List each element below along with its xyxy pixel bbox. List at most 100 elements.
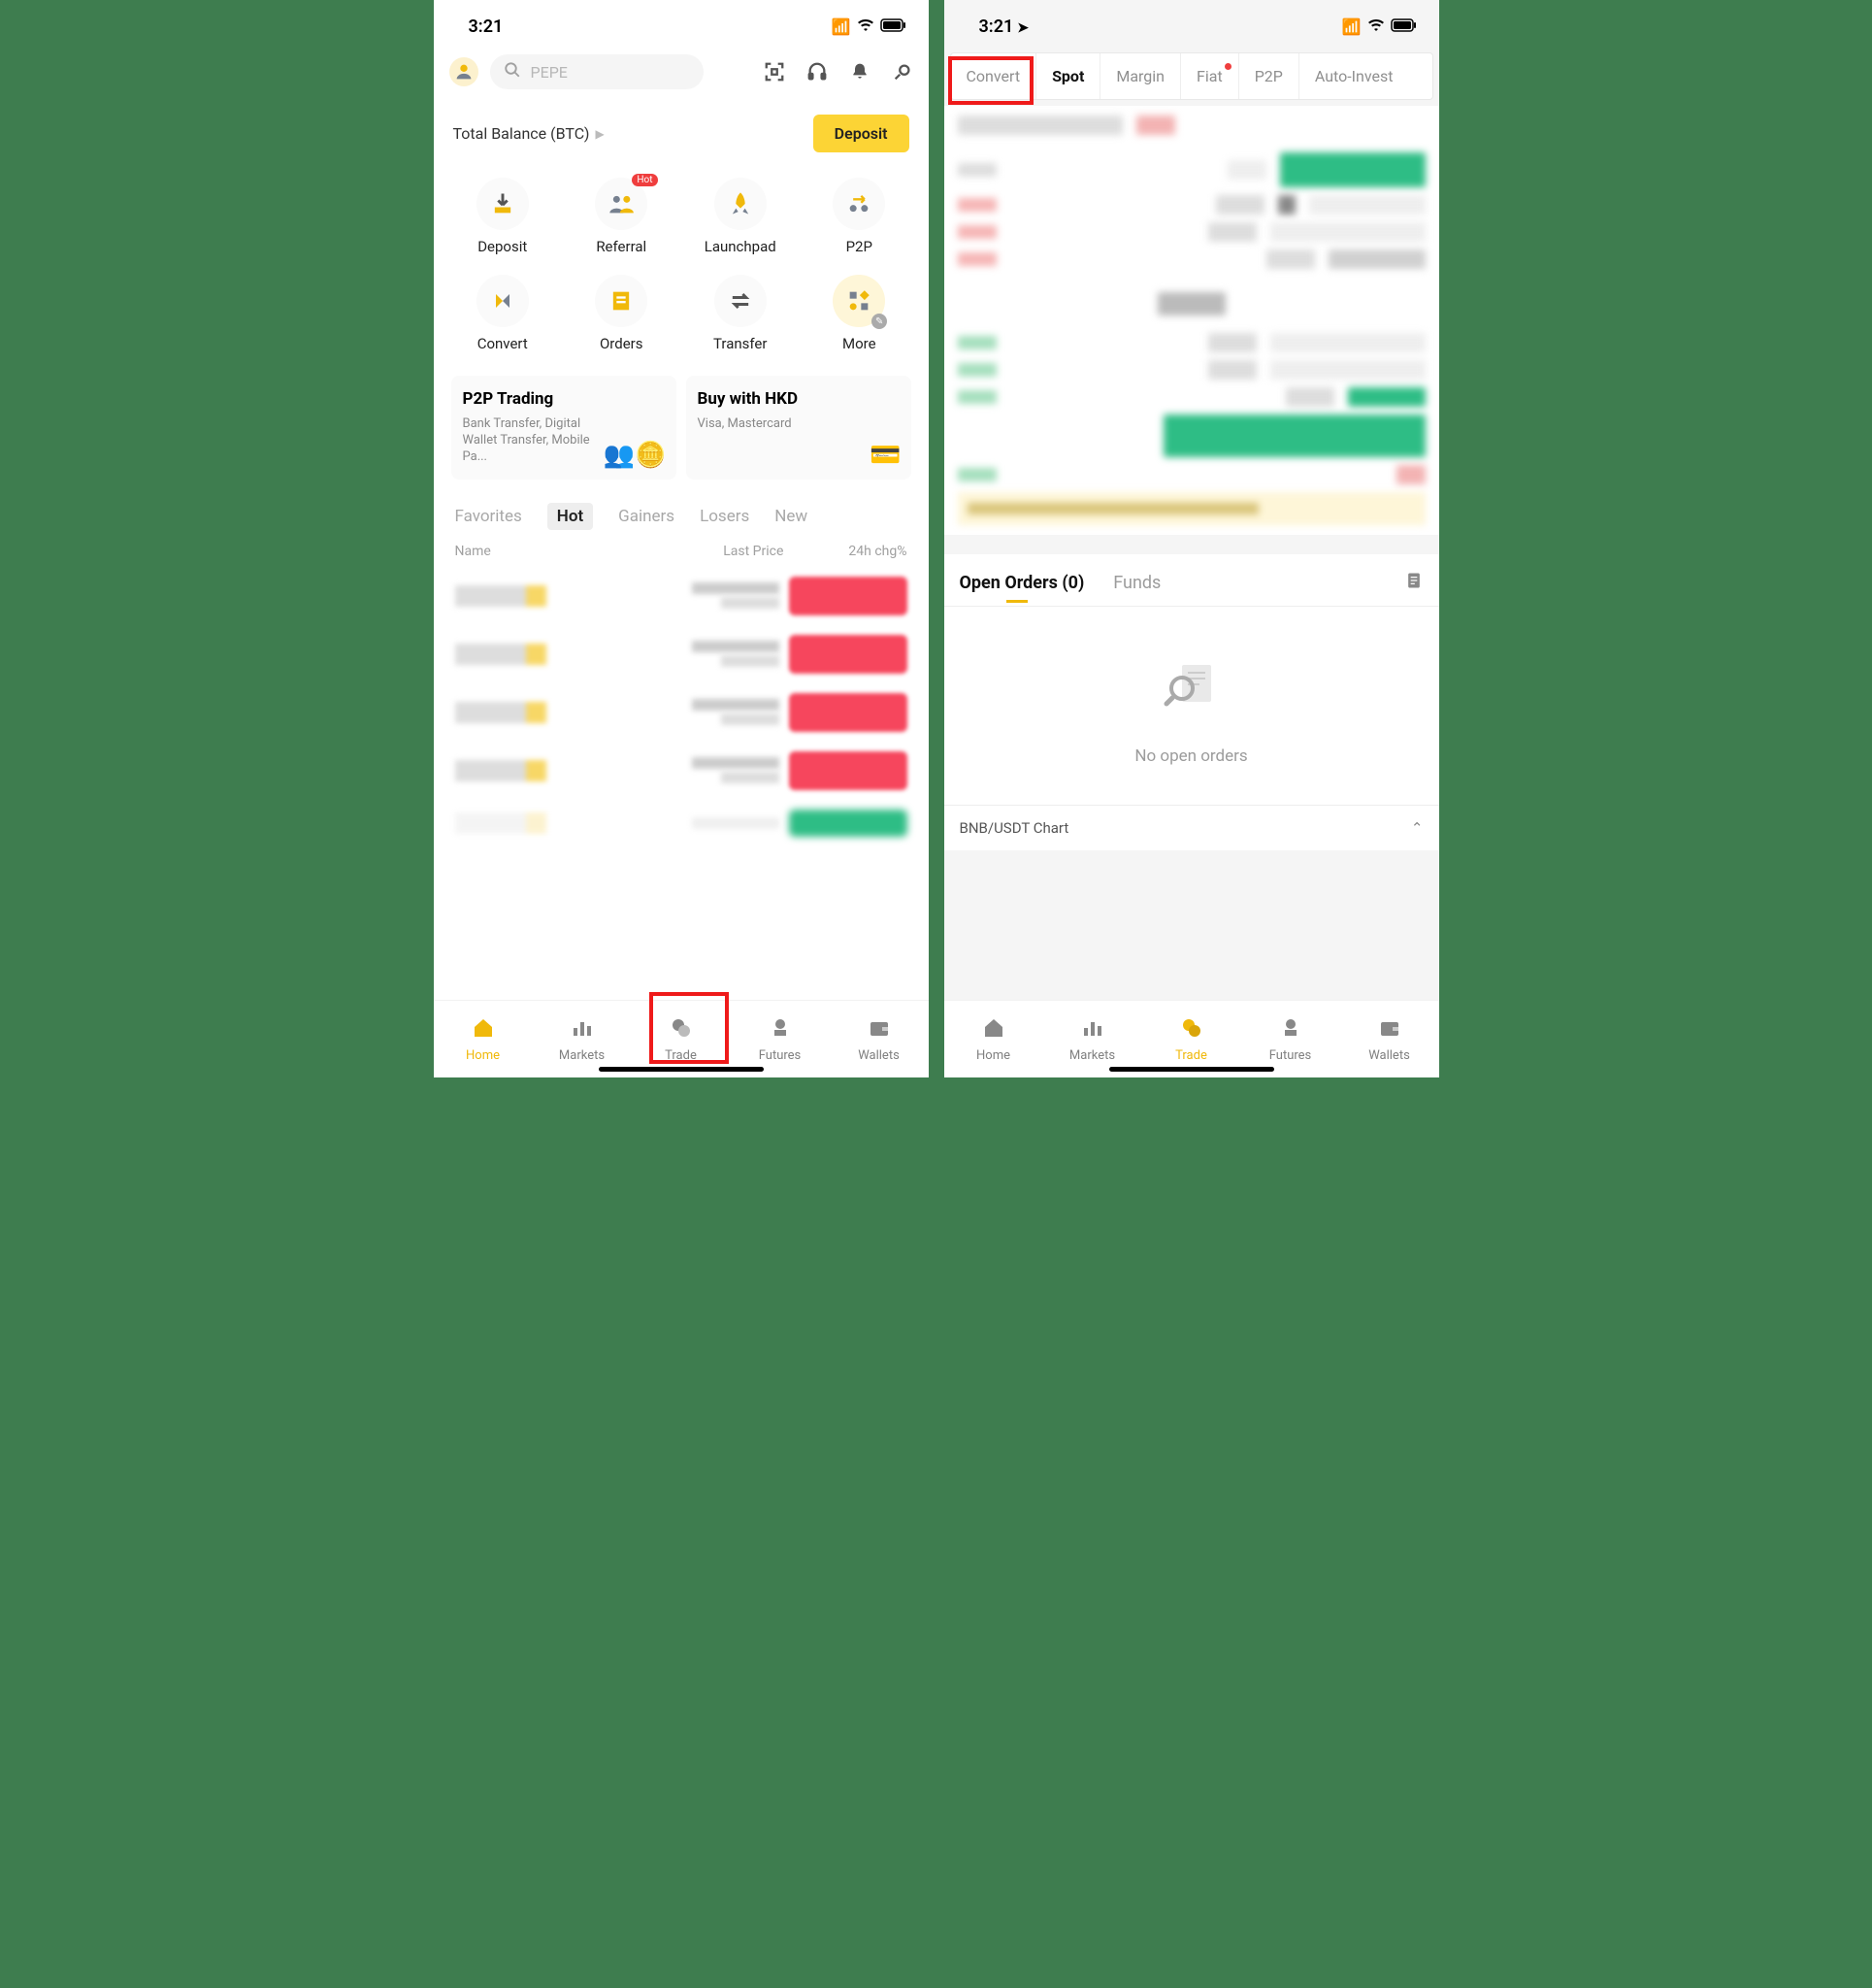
chevron-right-icon: ▶ [595,127,604,141]
tab-spot[interactable]: Spot [1036,53,1100,99]
tab-favorites[interactable]: Favorites [455,503,522,530]
tab-open-orders[interactable]: Open Orders (0) [960,573,1085,593]
nav-wallets[interactable]: Wallets [1340,1001,1439,1077]
card-title: P2P Trading [463,389,665,409]
shortcut-convert[interactable]: Convert [443,269,563,358]
balance-label[interactable]: Total Balance (BTC) ▶ [453,124,605,143]
wifi-icon [857,17,874,36]
trade-icon [1180,1016,1203,1045]
home-icon [982,1016,1005,1045]
shortcut-label: More [842,335,876,352]
chart-label: BNB/USDT Chart [960,819,1069,837]
credit-card-icon: 💳 [870,441,901,470]
col-change: 24h chg% [783,544,906,559]
people-coin-icon: 👥🪙 [604,441,667,470]
signal-icon: 📶 [832,17,851,36]
shortcut-grid: Deposit Hot Referral Launchpad P2P Conve… [434,160,929,366]
shortcut-launchpad[interactable]: Launchpad [681,172,801,261]
status-icons: 📶 [1342,17,1418,36]
shortcut-label: Orders [600,335,643,352]
no-orders-label: No open orders [1134,746,1247,766]
status-time: 3:21 [469,17,504,37]
shortcut-label: Referral [596,238,646,255]
nav-wallets[interactable]: Wallets [830,1001,929,1077]
shortcut-label: P2P [846,238,872,255]
shortcut-referral[interactable]: Hot Referral [562,172,681,261]
orderbook-blurred [944,106,1439,535]
search-placeholder: PEPE [531,63,568,82]
status-bar: 3:21 📶 [434,0,929,47]
headset-icon[interactable] [806,61,828,83]
trade-type-tabs: Convert Spot Margin Fiat P2P Auto-Invest [950,52,1433,100]
promo-cards: P2P Trading Bank Transfer, Digital Walle… [434,366,929,489]
futures-icon [769,1016,792,1045]
markets-icon [571,1016,594,1045]
shortcut-deposit[interactable]: Deposit [443,172,563,261]
tab-losers[interactable]: Losers [700,503,749,530]
deposit-button[interactable]: Deposit [813,115,909,152]
status-icons: 📶 [832,17,907,36]
shortcut-orders[interactable]: Orders [562,269,681,358]
card-p2p-trading[interactable]: P2P Trading Bank Transfer, Digital Walle… [451,376,676,480]
nav-home[interactable]: Home [434,1001,533,1077]
trade-icon [670,1016,693,1045]
tab-fiat[interactable]: Fiat [1181,53,1239,99]
document-icon[interactable] [1404,570,1424,596]
location-icon: ➤ [1017,20,1029,36]
tab-p2p[interactable]: P2P [1239,53,1299,99]
shortcut-more[interactable]: ✎ More [800,269,919,358]
tab-funds[interactable]: Funds [1113,573,1161,593]
home-indicator [599,1067,764,1072]
home-indicator [1109,1067,1274,1072]
shortcut-p2p[interactable]: P2P [800,172,919,261]
search-icon [504,61,521,83]
bottom-nav: Home Markets Trade Futures Wallets [944,1000,1439,1077]
no-orders-empty: No open orders [944,607,1439,805]
shortcut-label: Transfer [713,335,767,352]
market-row[interactable] [434,567,929,625]
search-input[interactable]: PEPE [490,54,704,89]
status-time: 3:21➤ [979,17,1030,37]
card-subtitle: Visa, Mastercard [698,416,834,433]
shortcut-label: Deposit [477,238,527,255]
coin-icon[interactable] [892,61,913,83]
wallet-icon [868,1016,891,1045]
tab-new[interactable]: New [774,503,807,530]
shortcut-label: Launchpad [705,238,776,255]
market-row[interactable] [434,683,929,742]
tab-convert[interactable]: Convert [951,53,1037,99]
chevron-up-icon: ⌃ [1411,819,1424,837]
top-bar: PEPE [434,47,929,97]
market-row[interactable] [434,742,929,800]
tab-hot[interactable]: Hot [547,503,593,530]
tab-gainers[interactable]: Gainers [618,503,674,530]
market-row[interactable] [434,800,929,846]
col-name: Name [455,544,619,559]
shortcut-transfer[interactable]: Transfer [681,269,801,358]
chart-toggle-bar[interactable]: BNB/USDT Chart ⌃ [944,805,1439,850]
wifi-icon [1367,17,1385,36]
shortcut-label: Convert [477,335,528,352]
signal-icon: 📶 [1342,17,1362,36]
markets-icon [1081,1016,1104,1045]
tab-margin[interactable]: Margin [1100,53,1181,99]
scan-icon[interactable] [764,61,785,83]
market-row[interactable] [434,625,929,683]
bottom-nav: Home Markets Trade Futures Wallets [434,1000,929,1077]
profile-avatar[interactable] [449,57,478,86]
home-icon [472,1016,495,1045]
battery-icon [1391,17,1418,36]
orders-tabs: Open Orders (0) Funds [944,554,1439,607]
home-screen: 3:21 📶 PEPE [434,0,929,1077]
wallet-icon [1378,1016,1401,1045]
tab-auto-invest[interactable]: Auto-Invest [1299,53,1410,99]
market-header: Name Last Price 24h chg% [434,536,929,567]
notification-dot-icon [1225,63,1232,70]
card-buy-hkd[interactable]: Buy with HKD Visa, Mastercard 💳 [686,376,911,480]
hot-badge: Hot [632,174,657,186]
card-title: Buy with HKD [698,389,900,409]
bell-icon[interactable] [849,61,870,83]
futures-icon [1279,1016,1302,1045]
nav-home[interactable]: Home [944,1001,1043,1077]
magnifier-doc-icon [1161,655,1223,729]
